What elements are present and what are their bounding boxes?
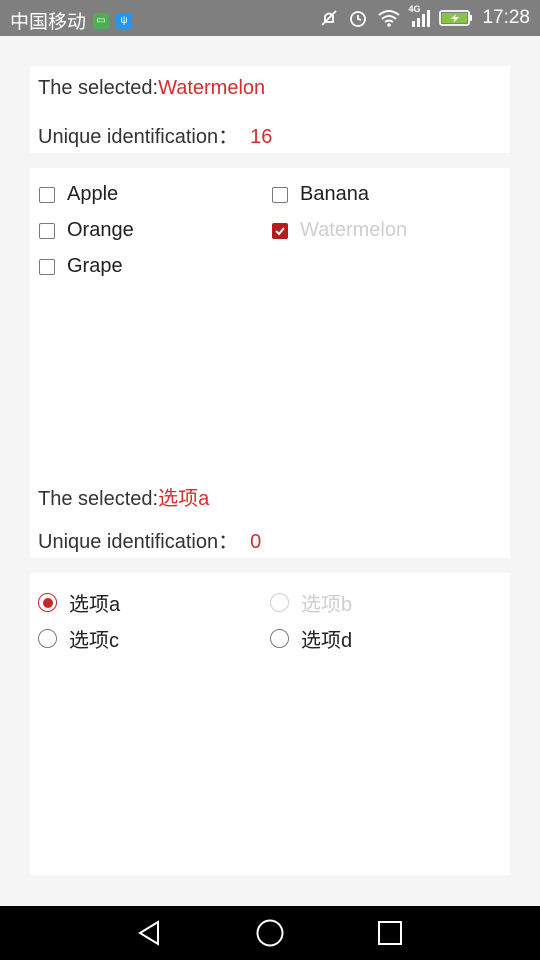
- unique-id-label: Unique identification：: [38, 126, 239, 148]
- checkbox-box[interactable]: [39, 222, 55, 239]
- sim-icon: ▭: [93, 12, 110, 29]
- clock: 17:28: [482, 7, 530, 28]
- radio-button[interactable]: [270, 629, 289, 648]
- usb-icon: ψ: [116, 12, 133, 29]
- navigation-bar: [0, 906, 540, 960]
- home-icon: [256, 919, 284, 947]
- selected-label: The selected:: [38, 77, 159, 99]
- checkbox-watermelon: Watermelon: [272, 219, 407, 242]
- selected-value: 选项a: [158, 488, 210, 510]
- alarm-icon: [348, 8, 368, 28]
- checkbox-label: Watermelon: [300, 219, 408, 241]
- check-icon: [275, 226, 285, 235]
- unique-id-label: Unique identification：: [38, 531, 239, 553]
- carrier-name: 中国移动: [10, 12, 87, 33]
- radio-id-line: Unique identification： 0: [38, 525, 261, 554]
- selected-label: The selected:: [38, 488, 159, 510]
- back-icon: [138, 920, 159, 946]
- radio-option-d[interactable]: 选项d: [270, 624, 352, 653]
- checkbox-box[interactable]: [39, 258, 55, 275]
- wifi-icon: [377, 8, 401, 28]
- checkbox-label: Apple: [67, 183, 119, 205]
- recents-icon: [378, 921, 402, 945]
- selected-value: Watermelon: [158, 77, 266, 99]
- back-button[interactable]: [120, 906, 180, 960]
- recents-button[interactable]: [360, 906, 420, 960]
- radio-group: 选项a 选项b 选项c 选项d: [30, 573, 510, 875]
- battery-charging-icon: [439, 9, 473, 27]
- status-bar: 中国移动 ▭ ψ 4G 17:28: [0, 0, 540, 36]
- checkbox-label: Banana: [300, 183, 369, 205]
- radio-label: 选项d: [301, 630, 353, 652]
- checkbox-id-line: Unique identification： 16: [38, 120, 272, 149]
- checkbox-banana[interactable]: Banana: [272, 183, 369, 206]
- radio-option-c[interactable]: 选项c: [38, 624, 119, 653]
- radio-button-checked[interactable]: [38, 593, 57, 612]
- mute-icon: [319, 8, 339, 28]
- checkbox-box-checked: [272, 222, 288, 239]
- radio-option-a[interactable]: 选项a: [38, 588, 120, 617]
- radio-label: 选项a: [69, 594, 121, 616]
- home-button[interactable]: [240, 906, 300, 960]
- checkbox-apple[interactable]: Apple: [39, 183, 118, 206]
- checkbox-orange[interactable]: Orange: [39, 219, 134, 242]
- unique-id-value: 0: [250, 531, 262, 553]
- checkbox-label: Orange: [67, 219, 134, 241]
- checkbox-selection-info: The selected:Watermelon Unique identific…: [30, 66, 510, 153]
- checkbox-selected-line: The selected:Watermelon: [38, 77, 265, 100]
- checkbox-box[interactable]: [272, 186, 288, 203]
- radio-button[interactable]: [38, 629, 57, 648]
- radio-button-disabled: [270, 593, 289, 612]
- checkbox-grape[interactable]: Grape: [39, 255, 123, 278]
- checkbox-box[interactable]: [39, 186, 55, 203]
- checkbox-label: Grape: [67, 255, 123, 277]
- network-type: 4G: [408, 4, 421, 14]
- unique-id-value: 16: [250, 126, 273, 148]
- radio-label: 选项c: [69, 630, 119, 652]
- checkbox-group: Apple Banana Orange Watermelon Grape The…: [30, 168, 510, 558]
- signal-icon: 4G: [408, 4, 431, 28]
- radio-option-b: 选项b: [270, 588, 352, 617]
- radio-label: 选项b: [301, 594, 353, 616]
- radio-selected-line: The selected:选项a: [38, 482, 209, 511]
